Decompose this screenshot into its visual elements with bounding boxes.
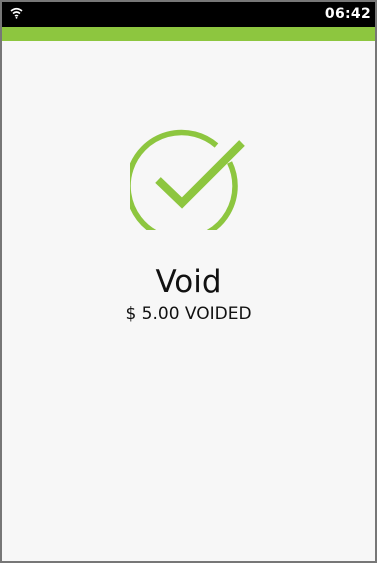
check-circle-icon — [130, 129, 245, 230]
void-result-panel: Void $ 5.00 VOIDED — [2, 41, 375, 561]
device-screen: 06:42 Void $ 5.00 VOIDED — [0, 0, 377, 563]
status-bar: 06:42 — [2, 2, 375, 27]
status-time: 06:42 — [324, 6, 371, 22]
accent-bar — [2, 27, 375, 41]
result-title: Void — [155, 264, 222, 300]
result-amount: $ 5.00 VOIDED — [125, 304, 252, 324]
wifi-icon — [10, 7, 23, 19]
